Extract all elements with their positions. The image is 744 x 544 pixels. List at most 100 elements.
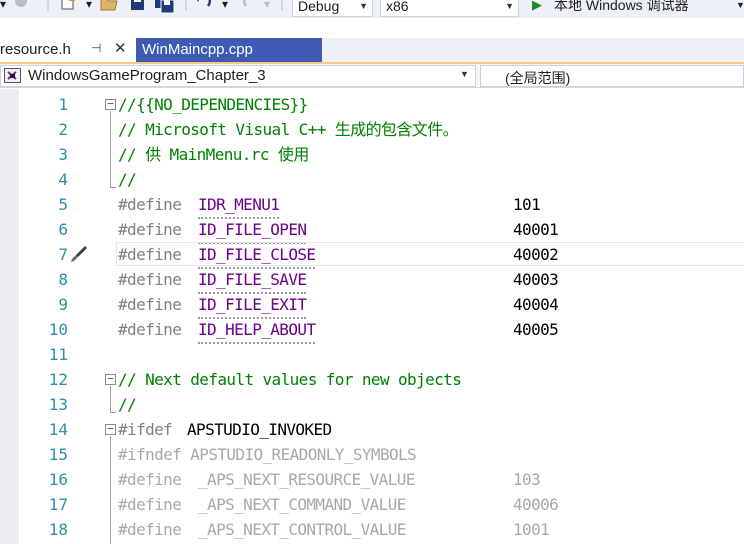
code-line[interactable]: 4 // [0,167,744,192]
scope-label: (全局范围) [505,70,571,86]
line-number: 15 [48,445,68,464]
macro-value: 40006 [513,495,559,514]
code-editor[interactable]: 1//{{NO_DEPENDENCIES}} − 2 // Microsoft Vis… [0,89,744,544]
pin-icon[interactable]: ⊣ [91,41,101,55]
code-comment: // 供 MainMenu.rc 使用 [118,145,309,164]
fold-guide-line [110,386,111,412]
separator-icon: | [46,0,51,11]
save-icon[interactable] [130,0,146,12]
code-line[interactable]: 8 #define ID_FILE_SAVE 40003 [0,267,744,294]
line-number: 6 [58,220,68,239]
line-number: 3 [58,145,68,164]
separator-icon: | [184,0,189,11]
save-all-icon[interactable] [154,0,176,14]
code-line[interactable]: 9 #define ID_FILE_EXIT 40004 [0,292,744,319]
document-tab-bar: resource.h ⊣ ✕ WinMaincpp.cpp [0,38,744,62]
macro-value: 40005 [513,320,559,339]
macro-name: ID_FILE_OPEN [198,217,307,244]
start-debugger-button[interactable]: ▶ 本地 Windows 调试器 ▼ [526,0,744,17]
project-name: WindowsGameProgram_Chapter_3 [28,67,266,84]
fold-guide-end [110,187,116,188]
current-line-highlight [116,242,744,266]
macro-name: ID_FILE_SAVE [198,267,307,294]
line-number: 9 [58,295,68,314]
macro-name: IDR_MENU1 [198,192,280,219]
macro-name: ID_FILE_EXIT [198,292,307,319]
code-line[interactable]: 7 #define ID_FILE_CLOSE 40002 [0,242,744,269]
line-number: 5 [58,195,68,214]
play-icon: ▶ [532,0,542,12]
scope-dropdown[interactable]: (全局范围) [480,65,744,87]
undo-dropdown-icon[interactable]: ▾ [222,0,228,17]
code-line[interactable]: 18 #define _APS_NEXT_CONTROL_VALUE 1001 [0,517,744,542]
code-line[interactable]: 12 // Next default values for new objects… [0,367,744,392]
preprocessor-directive: #define [118,195,182,214]
line-number: 11 [48,345,68,364]
chevron-down-icon[interactable]: ▼ [736,0,744,14]
preprocessor-directive: #ifdef [118,420,173,439]
code-line[interactable]: 5 #define IDR_MENU1 101 [0,192,744,219]
code-line[interactable]: 3 // 供 MainMenu.rc 使用 [0,142,744,167]
tab-resource-h[interactable]: resource.h ⊣ ✕ [0,38,136,62]
preprocessor-directive: #define [118,295,182,314]
quick-actions-brush-icon[interactable] [69,244,89,264]
tab-winmaincpp-cpp[interactable]: WinMaincpp.cpp [136,38,322,62]
code-line[interactable]: 16 #define _APS_NEXT_RESOURCE_VALUE 103 [0,467,744,492]
macro-value: 103 [513,470,541,489]
solution-platform-dropdown[interactable]: x86 ▼ [380,0,519,17]
new-project-dropdown-icon[interactable]: ▾ [86,0,92,17]
chevron-down-icon: ▼ [460,69,469,79]
start-debugger-label: 本地 Windows 调试器 [554,0,689,13]
dropdown-arrow-icon[interactable]: ▾ [0,0,6,17]
code-comment: // [118,395,137,414]
code-line[interactable]: 2 // Microsoft Visual C++ 生成的包含文件。 [0,117,744,142]
redo-icon[interactable] [238,0,260,12]
new-project-icon[interactable] [60,0,80,11]
code-line[interactable]: 17 #define _APS_NEXT_COMMAND_VALUE 40006 [0,492,744,517]
code-line[interactable]: 15 #ifndef APSTUDIO_READONLY_SYMBOLS [0,442,744,467]
navigation-bar: WindowsGameProgram_Chapter_3 ▼ (全局范围) [0,64,744,88]
line-number: 10 [48,320,68,339]
code-line[interactable]: 14 #ifdef APSTUDIO_INVOKED − [0,417,744,442]
collapse-region-icon[interactable]: − [105,423,116,435]
macro-value: 40001 [513,220,559,239]
macro-name: _APS_NEXT_RESOURCE_VALUE [198,470,415,489]
macro-value: 40004 [513,295,559,314]
navigate-forward-icon[interactable] [14,0,28,8]
line-number: 1 [58,95,68,114]
line-number: 2 [58,120,68,139]
code-line[interactable]: 13 // [0,392,744,417]
collapse-region-icon[interactable]: − [105,98,116,110]
preprocessor-directive: #define [118,320,182,339]
toolbar: ▾ | ▾ | ▾ ▾ | Debug ▼ x86 ▼ ▶ 本地 Windows… [0,0,744,18]
close-icon[interactable]: ✕ [114,39,127,57]
macro-name: ID_HELP_ABOUT [198,317,316,344]
line-number: 13 [48,395,68,414]
macro-name: _APS_NEXT_CONTROL_VALUE [198,520,406,539]
macro-value: 1001 [513,520,550,539]
preprocessor-directive: #define [118,520,182,539]
project-dropdown[interactable]: WindowsGameProgram_Chapter_3 ▼ [0,65,476,87]
collapse-region-icon[interactable]: − [105,373,116,385]
line-number: 4 [58,170,68,189]
tab-label: WinMaincpp.cpp [142,41,253,58]
line-number: 18 [48,520,68,539]
code-line[interactable]: 10 #define ID_HELP_ABOUT 40005 [0,317,744,344]
solution-configuration-dropdown[interactable]: Debug ▼ [292,0,373,17]
open-file-icon[interactable] [100,0,120,12]
code-comment: // Microsoft Visual C++ 生成的包含文件。 [118,120,459,139]
undo-icon[interactable] [194,0,216,12]
macro-name: APSTUDIO_INVOKED [187,420,332,439]
code-comment: // Next default values for new objects [118,370,462,389]
redo-dropdown-icon[interactable]: ▾ [264,0,270,17]
code-line[interactable]: 6 #define ID_FILE_OPEN 40001 [0,217,744,244]
code-line[interactable]: 11 [0,342,744,367]
platform-value: x86 [386,0,409,14]
configuration-value: Debug [298,0,340,14]
line-number: 7 [58,245,68,264]
macro-value: 101 [513,195,541,214]
project-icon [4,68,21,83]
code-line[interactable]: 1 //{{NO_DEPENDENCIES}} − [0,92,744,117]
macro-value: 40003 [513,270,559,289]
line-number: 12 [48,370,68,389]
